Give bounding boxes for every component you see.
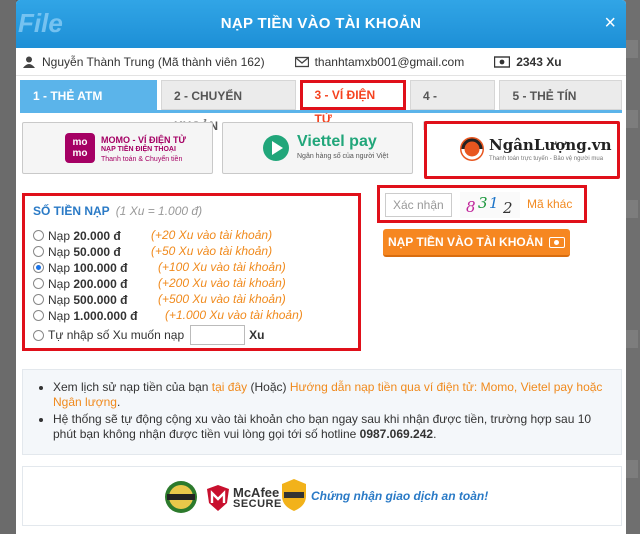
user-info-bar: Nguyễn Thành Trung (Mã thành viên 162) t… (16, 48, 626, 76)
trust-badges: McAfee SECURE Chứng nhận giao dịch an toà… (22, 466, 622, 526)
amount-option-500000[interactable]: Nạp 500.000 đ (33, 292, 127, 307)
mcafee-shield-icon (207, 485, 229, 511)
bonus-500000: (+500 Xu vào tài khoản) (158, 292, 286, 306)
radio-500000[interactable] (33, 294, 44, 305)
amount-option-100000[interactable]: Nạp 100.000 đ (33, 260, 127, 275)
captcha-input[interactable]: Xác nhận (385, 193, 452, 217)
tab-bank-transfer[interactable]: 2 - CHUYỂN KHOẢN (161, 80, 296, 133)
wallet-viettelpay[interactable]: Viettel pay Ngân hàng số của người Việt (222, 122, 413, 174)
momo-logo: mo mo (65, 133, 95, 163)
topup-modal: File NẠP TIỀN VÀO TÀI KHOẢN × Nguyễn Thà… (16, 0, 626, 534)
dmca-badge-icon (282, 479, 306, 511)
security-badge-icon (165, 481, 197, 513)
amount-option-1000000[interactable]: Nạp 1.000.000 đ (33, 308, 137, 323)
momo-subtitle: NẠP TIỀN ĐIỆN THOẠI (101, 146, 176, 153)
bonus-200000: (+200 Xu vào tài khoản) (158, 276, 286, 290)
bonus-20000: (+20 Xu vào tài khoản) (151, 228, 273, 242)
wallet-nganluong[interactable]: NgânLượng.vn Thanh toán trực tuyến - Bảo… (424, 121, 620, 179)
momo-subtitle-2: Thanh toán & Chuyển tiền (101, 156, 183, 163)
custom-xu-input[interactable] (190, 325, 246, 345)
hotline-number: 0987.069.242 (359, 427, 434, 441)
notes-panel: Xem lịch sử nạp tiền của bạn tại đây (Ho… (22, 369, 622, 455)
bonus-100000: (+100 Xu vào tài khoản) (158, 260, 286, 274)
payment-tabs: 1 - THẺ ATM ONLINE 2 - CHUYỂN KHOẢN 3 - … (20, 80, 623, 133)
user-name: Nguyễn Thành Trung (Mã thành viên 162) (42, 54, 265, 69)
user-balance: 2343 Xu (516, 54, 562, 69)
amount-option-custom[interactable]: Tự nhập số Xu muốn nạp Xu (33, 324, 264, 346)
amount-option-20000[interactable]: Nạp 20.000 đ (33, 228, 121, 243)
close-icon[interactable]: × (604, 12, 616, 35)
tab-underline (20, 110, 622, 113)
modal-title: NẠP TIỀN VÀO TÀI KHOẢN (220, 15, 422, 32)
wallet-options: mo mo MOMO - VÍ ĐIỆN TỬ NẠP TIỀN ĐIỆN TH… (22, 121, 620, 179)
amount-option-200000[interactable]: Nạp 200.000 đ (33, 276, 127, 291)
amount-panel: SỐ TIỀN NẠP (1 Xu = 1.000 đ) Nạp 20.000 đ… (22, 193, 361, 351)
bonus-50000: (+50 Xu vào tài khoản) (151, 244, 273, 258)
wallet-momo[interactable]: mo mo MOMO - VÍ ĐIỆN TỬ NẠP TIỀN ĐIỆN TH… (22, 122, 213, 174)
money-icon (549, 236, 566, 248)
custom-amount-label: Tự nhập số Xu muốn nạp (48, 328, 185, 342)
radio-200000[interactable] (33, 278, 44, 289)
captcha-refresh-link[interactable]: Mã khác (527, 197, 572, 211)
tab-atm-online[interactable]: 1 - THẺ ATM ONLINE (20, 80, 158, 133)
money-icon (494, 55, 511, 68)
viettelpay-name: Viettel pay (297, 133, 377, 150)
topup-submit-button[interactable]: NẠP TIỀN VÀO TÀI KHOẢN (383, 229, 570, 257)
note-history: Xem lịch sử nạp tiền của bạn tại đây (Ho… (53, 380, 609, 410)
mail-icon (294, 56, 309, 67)
note-auto-credit: Hệ thống sẽ tự động cộng xu vào tài khoả… (53, 412, 609, 442)
radio-100000[interactable] (33, 262, 44, 273)
user-email: thanhtamxb001@gmail.com (314, 54, 465, 69)
modal-header: File NẠP TIỀN VÀO TÀI KHOẢN × (16, 0, 626, 48)
tab-credit-card[interactable]: 5 - THẺ TÍN DỤNG (499, 80, 623, 133)
user-icon (23, 56, 35, 68)
background-left-strip (0, 0, 16, 534)
bonus-1000000: (+1.000 Xu vào tài khoản) (165, 308, 303, 322)
momo-title: MOMO - VÍ ĐIỆN TỬ (101, 135, 186, 145)
viettelpay-tagline: Ngân hàng số của người Việt (297, 153, 389, 160)
tab-e-wallet[interactable]: 3 - VÍ ĐIỆN TỬ (299, 80, 407, 126)
viettelpay-play-icon (263, 135, 289, 161)
history-link[interactable]: tại đây (212, 380, 247, 394)
mcafee-badge: McAfee SECURE (206, 482, 282, 514)
captcha-panel: Xác nhận 8 3 1 2 Mã khác (377, 185, 587, 223)
amount-heading: SỐ TIỀN NẠP (1 Xu = 1.000 đ) (33, 204, 203, 218)
exchange-rate: (1 Xu = 1.000 đ) (115, 204, 203, 218)
nganluong-logo-icon (460, 137, 484, 161)
tab-paypal[interactable]: 4 - PAYPAL (410, 80, 496, 133)
amount-option-50000[interactable]: Nạp 50.000 đ (33, 244, 121, 259)
radio-1000000[interactable] (33, 310, 44, 321)
radio-20000[interactable] (33, 230, 44, 241)
nganluong-tagline: Thanh toán trực tuyến - Bảo vệ người mua (489, 156, 604, 162)
nganluong-name: NgânLượng.vn (489, 136, 612, 154)
custom-unit: Xu (249, 328, 265, 342)
trust-statement: Chứng nhận giao dịch an toàn! (311, 489, 489, 503)
radio-custom[interactable] (33, 329, 44, 341)
captcha-image: 8 3 1 2 (460, 192, 520, 218)
radio-50000[interactable] (33, 246, 44, 257)
